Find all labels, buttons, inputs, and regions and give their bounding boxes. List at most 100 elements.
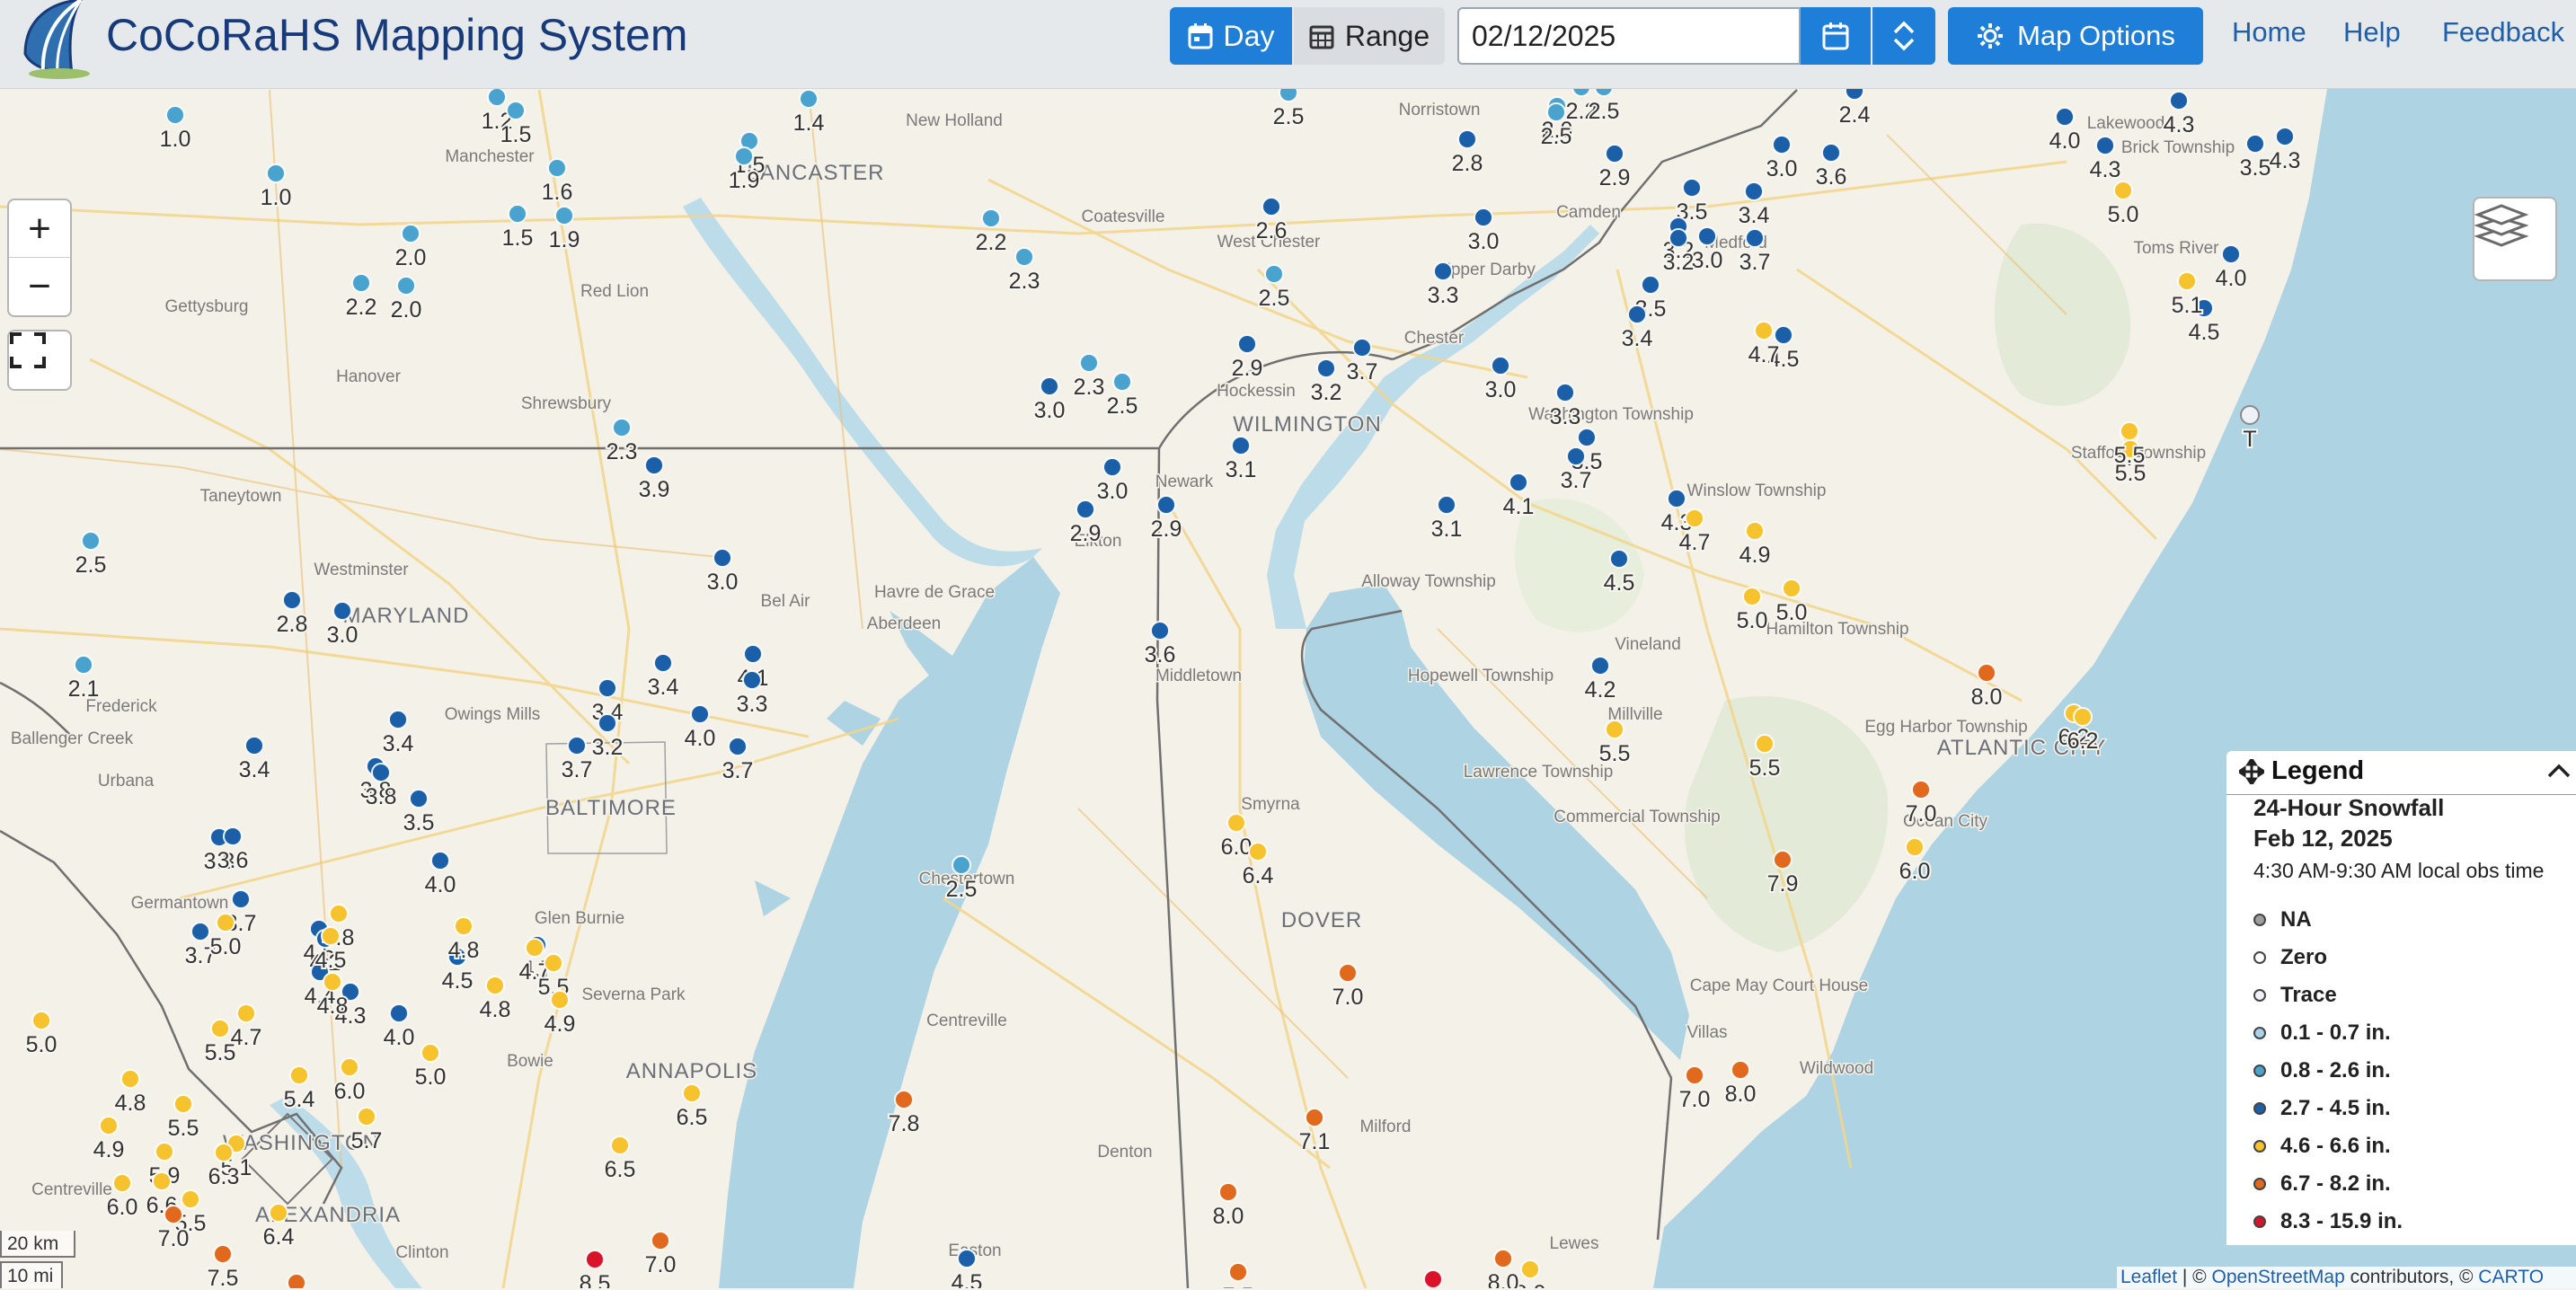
station-marker[interactable] xyxy=(351,273,371,293)
station-marker[interactable] xyxy=(1264,264,1284,284)
station-marker[interactable] xyxy=(2113,181,2133,200)
station-marker[interactable] xyxy=(2095,136,2115,155)
nav-home-link[interactable]: Home xyxy=(2232,16,2306,49)
station-marker[interactable] xyxy=(2275,127,2295,146)
station-marker[interactable] xyxy=(388,710,408,729)
station-marker[interactable] xyxy=(2073,707,2093,727)
station-marker[interactable] xyxy=(1520,1259,1540,1279)
station-marker[interactable] xyxy=(1261,197,1281,216)
station-marker[interactable] xyxy=(1754,321,1774,340)
chevron-down-icon[interactable] xyxy=(1891,36,1917,54)
station-marker[interactable] xyxy=(1669,228,1688,248)
station-marker[interactable] xyxy=(214,1143,234,1162)
station-marker[interactable] xyxy=(742,670,762,690)
osm-link[interactable]: OpenStreetMap xyxy=(2212,1267,2345,1287)
station-marker[interactable] xyxy=(244,736,264,755)
station-marker[interactable] xyxy=(1911,780,1931,800)
zoom-control[interactable]: + − xyxy=(7,199,72,317)
station-marker[interactable] xyxy=(957,1249,977,1268)
station-marker[interactable] xyxy=(487,89,507,107)
station-marker[interactable] xyxy=(585,1250,605,1269)
station-marker[interactable] xyxy=(544,953,563,973)
station-marker[interactable] xyxy=(289,1065,309,1085)
station-marker[interactable] xyxy=(1102,457,1122,477)
station-marker[interactable] xyxy=(1821,143,1841,163)
station-marker[interactable] xyxy=(332,601,352,621)
station-marker[interactable] xyxy=(734,146,754,166)
station-marker[interactable] xyxy=(1491,356,1510,376)
station-marker[interactable] xyxy=(81,531,101,551)
station-marker[interactable] xyxy=(554,206,574,225)
fullscreen-button[interactable] xyxy=(7,330,72,391)
station-marker[interactable] xyxy=(1316,358,1336,378)
carto-link[interactable]: CARTO xyxy=(2478,1267,2544,1287)
station-marker[interactable] xyxy=(1845,89,1864,101)
station-marker[interactable] xyxy=(371,763,391,782)
move-icon[interactable] xyxy=(2239,758,2264,784)
station-marker[interactable] xyxy=(1977,663,1996,683)
station-marker[interactable] xyxy=(74,655,93,675)
station-marker[interactable] xyxy=(1605,720,1624,739)
date-picker-button[interactable] xyxy=(1801,7,1871,65)
day-mode-button[interactable]: Day xyxy=(1170,7,1292,65)
station-marker[interactable] xyxy=(1609,549,1629,569)
station-marker[interactable] xyxy=(454,916,474,936)
station-marker[interactable] xyxy=(1279,89,1298,102)
station-marker[interactable] xyxy=(1014,247,1034,267)
station-marker[interactable] xyxy=(1040,376,1059,396)
station-marker[interactable] xyxy=(1433,261,1453,281)
station-marker[interactable] xyxy=(190,922,210,941)
station-marker[interactable] xyxy=(409,789,429,808)
station-marker[interactable] xyxy=(894,1090,914,1109)
station-marker[interactable] xyxy=(1237,334,1257,354)
station-marker[interactable] xyxy=(1682,178,1702,198)
station-marker[interactable] xyxy=(1248,842,1268,861)
station-marker[interactable] xyxy=(282,590,302,610)
station-marker[interactable] xyxy=(550,990,570,1010)
station-marker[interactable] xyxy=(287,1273,306,1288)
station-marker[interactable] xyxy=(743,644,763,664)
station-marker[interactable] xyxy=(216,913,235,932)
station-marker[interactable] xyxy=(152,1171,172,1191)
station-marker[interactable] xyxy=(1641,275,1660,295)
station-marker[interactable] xyxy=(728,737,748,756)
station-marker[interactable] xyxy=(1685,1065,1704,1085)
station-marker[interactable] xyxy=(164,1205,183,1224)
station-marker[interactable] xyxy=(1667,489,1686,508)
station-marker[interactable] xyxy=(181,1189,200,1209)
station-marker[interactable] xyxy=(485,976,505,995)
legend-header[interactable]: Legend xyxy=(2239,756,2364,786)
station-marker[interactable] xyxy=(173,1094,193,1114)
station-marker[interactable] xyxy=(1423,1269,1443,1288)
station-marker[interactable] xyxy=(321,926,341,946)
station-marker[interactable] xyxy=(1590,656,1610,676)
station-marker[interactable] xyxy=(1905,837,1925,857)
station-marker[interactable] xyxy=(401,224,420,243)
station-marker[interactable] xyxy=(690,704,710,724)
station-marker[interactable] xyxy=(506,101,526,120)
station-marker[interactable] xyxy=(567,736,587,755)
station-marker[interactable] xyxy=(1627,305,1647,324)
station-marker[interactable] xyxy=(598,713,617,733)
station-marker[interactable] xyxy=(1150,621,1170,641)
station-marker[interactable] xyxy=(547,158,567,178)
station-marker[interactable] xyxy=(1437,495,1456,515)
station-marker[interactable] xyxy=(1079,353,1099,373)
station-marker[interactable] xyxy=(1226,813,1246,833)
station-marker[interactable] xyxy=(165,105,185,125)
station-marker[interactable] xyxy=(682,1083,702,1103)
station-marker[interactable] xyxy=(2245,134,2265,154)
station-marker[interactable] xyxy=(1731,1060,1750,1080)
nav-help-link[interactable]: Help xyxy=(2343,16,2401,49)
map-canvas[interactable]: New Holland LANCASTER Coatesville Norristow… xyxy=(0,89,2576,1288)
station-marker[interactable] xyxy=(1555,383,1575,402)
station-marker[interactable] xyxy=(1474,208,1493,227)
station-marker[interactable] xyxy=(1782,579,1801,598)
station-marker[interactable] xyxy=(508,204,527,224)
station-marker[interactable] xyxy=(1774,325,1793,345)
station-marker[interactable] xyxy=(389,1003,409,1023)
station-marker[interactable] xyxy=(323,972,342,992)
station-marker[interactable] xyxy=(1566,446,1586,466)
station-marker[interactable] xyxy=(1228,1262,1248,1282)
station-marker[interactable] xyxy=(31,1011,51,1030)
